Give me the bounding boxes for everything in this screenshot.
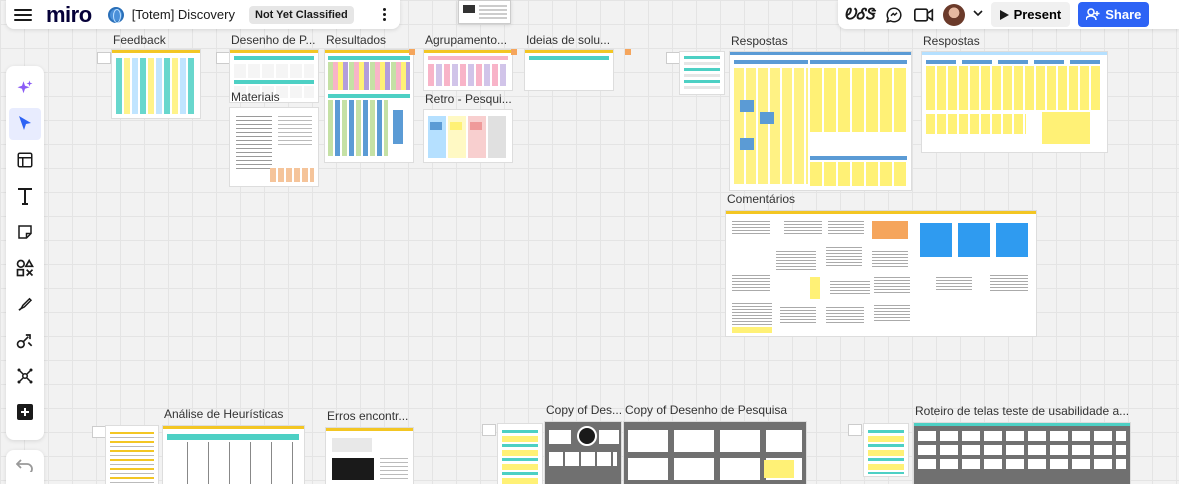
creation-toolbar — [6, 66, 44, 440]
frame-label-comentarios[interactable]: Comentários — [727, 192, 795, 206]
ai-sparkle-icon[interactable] — [9, 72, 41, 104]
frame-erros[interactable] — [326, 428, 413, 484]
frame-label-heuristicas[interactable]: Análise de Heurísticas — [164, 407, 283, 421]
frame-label-resultados[interactable]: Resultados — [326, 33, 386, 47]
frame-ideias[interactable] — [525, 50, 613, 90]
add-more-icon[interactable] — [9, 396, 41, 428]
globe-icon[interactable] — [107, 6, 124, 23]
board-header: miro [Totem] Discovery Not Yet Classifie… — [6, 0, 400, 29]
video-call-icon[interactable] — [913, 4, 935, 26]
undo-redo-panel — [6, 450, 44, 484]
frame-label-materiais[interactable]: Materiais — [231, 90, 280, 104]
frame-thumbnail[interactable] — [216, 52, 230, 64]
present-label: Present — [1013, 7, 1062, 22]
menu-icon[interactable] — [14, 8, 32, 21]
board-title[interactable]: [Totem] Discovery — [132, 7, 235, 22]
frame-respostas-2[interactable] — [922, 52, 1107, 152]
frame-label-retro[interactable]: Retro - Pesqui... — [425, 92, 512, 106]
frame-label-copy-desenho[interactable]: Copy of Desenho de Pesquisa — [625, 403, 787, 417]
frame-resultados[interactable] — [325, 50, 413, 162]
frame-label-copy-des[interactable]: Copy of Des... — [546, 403, 622, 417]
select-cursor-icon[interactable] — [9, 108, 41, 140]
frame-copy-des[interactable] — [545, 422, 621, 484]
miro-logo[interactable]: miro — [46, 2, 92, 28]
collaboration-bar: ᎧᎴᏕ Present Share — [838, 0, 1179, 29]
frame-label-respostas-1[interactable]: Respostas — [731, 34, 788, 48]
frame-roteiro[interactable] — [914, 423, 1130, 484]
sticky-note-icon[interactable] — [9, 216, 41, 248]
board-thumbnail[interactable] — [458, 0, 511, 24]
play-icon — [999, 9, 1009, 20]
frame-label-agrupamento[interactable]: Agrupamento... — [425, 33, 507, 47]
frame-thumbnail[interactable] — [666, 52, 680, 64]
present-button[interactable]: Present — [990, 2, 1071, 27]
frame-copy-desenho[interactable] — [624, 422, 806, 484]
frame-materiais[interactable] — [230, 108, 318, 186]
frame-thumbnail-small[interactable] — [680, 52, 724, 94]
share-button[interactable]: Share — [1078, 2, 1150, 27]
shapes-icon[interactable] — [9, 252, 41, 284]
frame-respostas-1[interactable] — [730, 52, 911, 190]
templates-icon[interactable] — [9, 144, 41, 176]
classification-badge[interactable]: Not Yet Classified — [249, 5, 354, 24]
frame-thumbnail[interactable] — [97, 52, 111, 64]
add-user-icon — [1086, 8, 1100, 21]
frame-retro[interactable] — [424, 110, 512, 162]
frame-heuristicas-side[interactable] — [106, 426, 158, 484]
text-icon[interactable] — [9, 180, 41, 212]
reactions-icon[interactable]: ᎧᎴᏕ — [844, 6, 875, 23]
share-label: Share — [1105, 7, 1142, 22]
frame-thumbnail[interactable] — [92, 426, 106, 438]
mindmap-icon[interactable] — [9, 360, 41, 392]
frame-roteiro-side[interactable] — [864, 424, 908, 476]
frame-copy-side[interactable] — [498, 424, 542, 484]
frame-agrupamento[interactable] — [424, 50, 512, 90]
frame-heuristicas[interactable] — [163, 426, 304, 484]
user-avatar[interactable] — [942, 3, 965, 26]
frame-feedback[interactable] — [112, 50, 200, 118]
pen-icon[interactable] — [9, 288, 41, 320]
frame-label-respostas-2[interactable]: Respostas — [923, 34, 980, 48]
undo-icon[interactable] — [15, 458, 34, 477]
connectors-icon[interactable] — [9, 324, 41, 356]
more-options-icon[interactable] — [377, 8, 392, 21]
frame-label-roteiro[interactable]: Roteiro de telas teste de usabilidade a.… — [915, 404, 1129, 418]
chat-icon[interactable] — [883, 4, 905, 26]
frame-thumbnail[interactable] — [482, 424, 496, 436]
frame-label-desenho[interactable]: Desenho de P... — [231, 33, 316, 47]
frame-thumbnail[interactable] — [848, 424, 862, 436]
frame-label-ideias[interactable]: Ideias de solu... — [526, 33, 610, 47]
frame-label-feedback[interactable]: Feedback — [113, 33, 166, 47]
chevron-down-icon[interactable] — [972, 9, 983, 20]
frame-label-erros[interactable]: Erros encontr... — [327, 409, 408, 423]
frame-comentarios[interactable] — [726, 211, 1036, 336]
